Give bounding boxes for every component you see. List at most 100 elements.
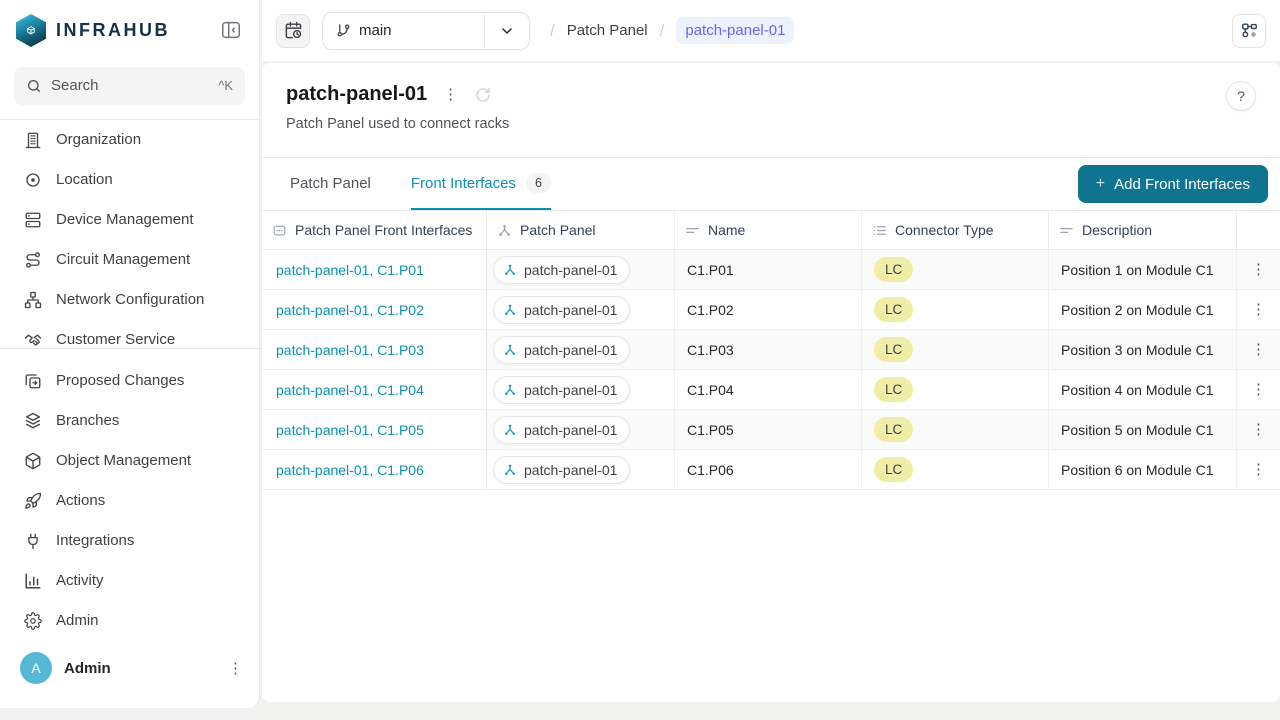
sidebar-item-activity[interactable]: Activity: [0, 561, 259, 601]
row-actions-button[interactable]: [1251, 382, 1266, 397]
rocket-icon: [24, 492, 42, 510]
schema-graph-icon: [1240, 21, 1259, 40]
schema-graph-button[interactable]: [1232, 14, 1266, 48]
refresh-icon: [474, 86, 492, 104]
sidebar-item-branches[interactable]: Branches: [0, 401, 259, 441]
sidebar-item-proposed-changes[interactable]: Proposed Changes: [0, 361, 259, 401]
connector-type-badge: LC: [874, 377, 913, 402]
sidebar-item-object-management[interactable]: Object Management: [0, 441, 259, 481]
interface-link[interactable]: patch-panel-01, C1.P02: [276, 302, 424, 318]
description-cell: Position 6 on Module C1: [1049, 450, 1237, 489]
row-actions-button[interactable]: [1251, 342, 1266, 357]
chevron-down-icon: [485, 23, 529, 39]
table-row: patch-panel-01, C1.P01 patch-panel-01 C1…: [262, 250, 1280, 290]
column-header[interactable]: Connector Type: [862, 211, 1049, 249]
interface-link[interactable]: patch-panel-01, C1.P06: [276, 462, 424, 478]
search-input[interactable]: Search ^K: [14, 67, 245, 105]
main-card: patch-panel-01 Patch Panel used to conne…: [262, 63, 1280, 702]
connector-type-badge: LC: [874, 297, 913, 322]
collapse-sidebar-button[interactable]: [219, 19, 243, 43]
sidebar-nav-main: Organization Location Device Management …: [0, 120, 259, 348]
row-actions-button[interactable]: [1251, 262, 1266, 277]
front-interfaces-table: Patch Panel Front Interfaces Patch Panel…: [262, 211, 1280, 490]
page-header: patch-panel-01 Patch Panel used to conne…: [262, 63, 1280, 158]
row-actions-button[interactable]: [1251, 422, 1266, 437]
route-icon: [24, 251, 42, 269]
sidebar-item-location[interactable]: Location: [0, 160, 259, 200]
handshake-icon: [24, 331, 42, 348]
interface-link[interactable]: patch-panel-01, C1.P03: [276, 342, 424, 358]
time-travel-button[interactable]: [276, 14, 310, 48]
table-row: patch-panel-01, C1.P06 patch-panel-01 C1…: [262, 450, 1280, 490]
sidebar-item-device-management[interactable]: Device Management: [0, 200, 259, 240]
text-icon: [1059, 223, 1074, 238]
relationship-icon: [503, 343, 517, 357]
connector-type-badge: LC: [874, 337, 913, 362]
row-actions-button[interactable]: [1251, 462, 1266, 477]
row-actions-button[interactable]: [1251, 302, 1266, 317]
page-description: Patch Panel used to connect racks: [286, 116, 1256, 132]
help-button[interactable]: ?: [1226, 81, 1256, 111]
patch-panel-chip-label: patch-panel-01: [524, 422, 617, 438]
object-menu-button[interactable]: [443, 87, 458, 102]
card-icon: [272, 223, 287, 238]
topbar: main / Patch Panel / patch-panel-01: [262, 0, 1280, 61]
name-cell: C1.P01: [675, 250, 862, 289]
interface-link[interactable]: patch-panel-01, C1.P01: [276, 262, 424, 278]
column-header[interactable]: Name: [675, 211, 862, 249]
page-title: patch-panel-01: [286, 83, 427, 106]
git-branch-icon: [336, 23, 351, 38]
connector-type-badge: LC: [874, 457, 913, 482]
column-header[interactable]: Patch Panel Front Interfaces: [262, 211, 487, 249]
breadcrumb-parent[interactable]: Patch Panel: [567, 22, 648, 39]
sidebar-item-actions[interactable]: Actions: [0, 481, 259, 521]
plus-icon: +: [1096, 175, 1105, 193]
avatar: A: [20, 652, 52, 684]
sidebar-item-admin[interactable]: Admin: [0, 601, 259, 640]
user-menu-button[interactable]: [228, 661, 243, 676]
breadcrumb-separator: /: [550, 21, 555, 41]
refresh-button[interactable]: [474, 86, 492, 104]
branch-selector[interactable]: main: [322, 12, 530, 50]
tab-front-interfaces[interactable]: Front Interfaces 6: [411, 158, 551, 210]
table-body: patch-panel-01, C1.P01 patch-panel-01 C1…: [262, 250, 1280, 490]
map-pin-icon: [24, 171, 42, 189]
plug-icon: [24, 532, 42, 550]
breadcrumb-separator: /: [660, 21, 665, 41]
patch-panel-chip[interactable]: patch-panel-01: [493, 376, 630, 404]
tab-count-badge: 6: [526, 173, 551, 193]
user-row: A Admin: [0, 640, 259, 708]
branch-name: main: [359, 22, 484, 39]
text-icon: [685, 223, 700, 238]
tab-patch-panel[interactable]: Patch Panel: [290, 158, 371, 210]
sidebar-item-integrations[interactable]: Integrations: [0, 521, 259, 561]
column-header[interactable]: Patch Panel: [487, 211, 675, 249]
relationship-icon: [497, 223, 512, 238]
breadcrumb: / Patch Panel / patch-panel-01: [550, 17, 794, 44]
network-icon: [24, 291, 42, 309]
interface-link[interactable]: patch-panel-01, C1.P05: [276, 422, 424, 438]
breadcrumb-current[interactable]: patch-panel-01: [676, 17, 794, 44]
sidebar-item-customer-service[interactable]: Customer Service: [0, 320, 259, 348]
bar-chart-icon: [24, 572, 42, 590]
patch-panel-chip-label: patch-panel-01: [524, 302, 617, 318]
patch-panel-chip[interactable]: patch-panel-01: [493, 336, 630, 364]
sidebar-item-organization[interactable]: Organization: [0, 120, 259, 160]
relationship-icon: [503, 303, 517, 317]
description-cell: Position 1 on Module C1: [1049, 250, 1237, 289]
add-front-interfaces-button[interactable]: + Add Front Interfaces: [1078, 165, 1268, 203]
interface-link[interactable]: patch-panel-01, C1.P04: [276, 382, 424, 398]
name-cell: C1.P04: [675, 370, 862, 409]
panel-collapse-icon: [220, 29, 242, 44]
patch-panel-chip[interactable]: patch-panel-01: [493, 456, 630, 484]
actions-column-header: [1237, 211, 1280, 249]
sidebar-item-network-configuration[interactable]: Network Configuration: [0, 280, 259, 320]
patch-panel-chip[interactable]: patch-panel-01: [493, 296, 630, 324]
tabs-row: Patch Panel Front Interfaces 6 + Add Fro…: [262, 158, 1280, 211]
calendar-clock-icon: [284, 21, 303, 40]
name-cell: C1.P02: [675, 290, 862, 329]
patch-panel-chip[interactable]: patch-panel-01: [493, 416, 630, 444]
sidebar-item-circuit-management[interactable]: Circuit Management: [0, 240, 259, 280]
column-header[interactable]: Description: [1049, 211, 1237, 249]
patch-panel-chip[interactable]: patch-panel-01: [493, 256, 630, 284]
